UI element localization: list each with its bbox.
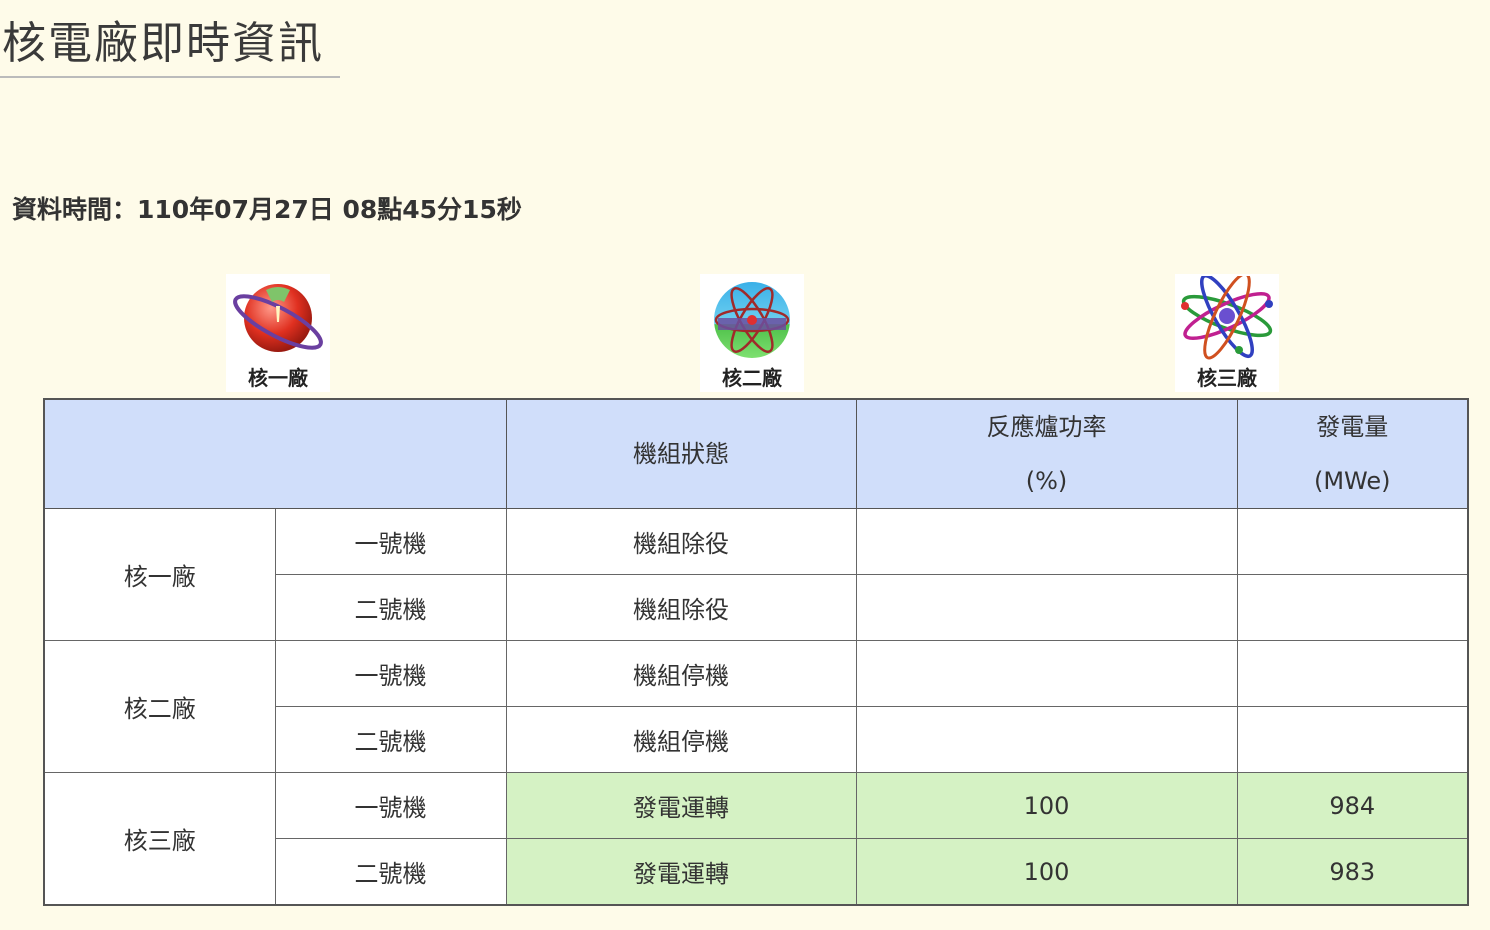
reactor-power-cell xyxy=(855,508,1238,575)
plant-logo-label: 核一廠 xyxy=(248,366,308,390)
atom-orbits-icon xyxy=(1181,276,1273,360)
unit-status-cell: 機組停機 xyxy=(505,706,857,773)
title-underline xyxy=(0,76,340,78)
plant-name-cell: 核一廠 xyxy=(43,508,276,641)
page-title: 核電廠即時資訊 xyxy=(2,18,324,69)
reactor-power-cell xyxy=(855,640,1238,707)
plant-logo-2[interactable]: 核二廠 xyxy=(700,274,804,392)
table-row: 核三廠 一號機 發電運轉 100 984 xyxy=(43,772,1469,906)
power-output-cell xyxy=(1236,706,1469,773)
power-output-cell: 984 xyxy=(1236,772,1469,839)
data-timestamp: 資料時間：110年07月27日 08點45分15秒 xyxy=(12,195,522,224)
reactor-power-cell xyxy=(855,574,1238,641)
unit-status-cell: 機組停機 xyxy=(505,640,857,707)
nuclear-status-table: 機組狀態 反應爐功率 (%) 發電量 (MWe) 核一廠 一號機 機組除役 二號… xyxy=(43,398,1469,906)
table-header-row: 機組狀態 反應爐功率 (%) 發電量 (MWe) xyxy=(43,398,1469,509)
unit-status-cell: 發電運轉 xyxy=(505,772,857,839)
header-power-output-label: 發電量 xyxy=(1316,413,1389,441)
header-power-output: 發電量 (MWe) xyxy=(1236,398,1469,509)
unit-name-cell: 一號機 xyxy=(274,772,507,839)
power-output-cell: 983 xyxy=(1236,838,1469,906)
atom-globe-icon xyxy=(714,282,790,358)
reactor-power-cell xyxy=(855,706,1238,773)
reactor-power-cell: 100 xyxy=(855,772,1238,839)
plant-logo-label: 核二廠 xyxy=(722,366,782,390)
header-plant xyxy=(43,398,507,509)
unit-name-cell: 一號機 xyxy=(274,640,507,707)
unit-status-cell: 機組除役 xyxy=(505,508,857,575)
unit-status-cell: 發電運轉 xyxy=(505,838,857,906)
globe-orbit-icon xyxy=(233,284,323,352)
plant-logo-1[interactable]: 核一廠 xyxy=(226,274,330,392)
power-output-cell xyxy=(1236,640,1469,707)
unit-status-cell: 機組除役 xyxy=(505,574,857,641)
table-row: 核二廠 一號機 機組停機 xyxy=(43,640,1469,773)
header-reactor-power-unit: (%) xyxy=(1025,467,1068,495)
power-output-cell xyxy=(1236,574,1469,641)
unit-name-cell: 二號機 xyxy=(274,706,507,773)
plant-logo-label: 核三廠 xyxy=(1197,366,1257,390)
unit-name-cell: 一號機 xyxy=(274,508,507,575)
header-unit-status: 機組狀態 xyxy=(505,398,857,509)
plant-name-cell: 核二廠 xyxy=(43,640,276,773)
reactor-power-cell: 100 xyxy=(855,838,1238,906)
plant-logo-3[interactable]: 核三廠 xyxy=(1175,274,1279,392)
power-output-cell xyxy=(1236,508,1469,575)
unit-name-cell: 二號機 xyxy=(274,838,507,906)
header-reactor-power-label: 反應爐功率 xyxy=(986,413,1107,441)
table-row: 核一廠 一號機 機組除役 xyxy=(43,508,1469,641)
unit-name-cell: 二號機 xyxy=(274,574,507,641)
header-reactor-power: 反應爐功率 (%) xyxy=(855,398,1238,509)
header-power-output-unit: (MWe) xyxy=(1313,467,1391,495)
plant-name-cell: 核三廠 xyxy=(43,772,276,906)
